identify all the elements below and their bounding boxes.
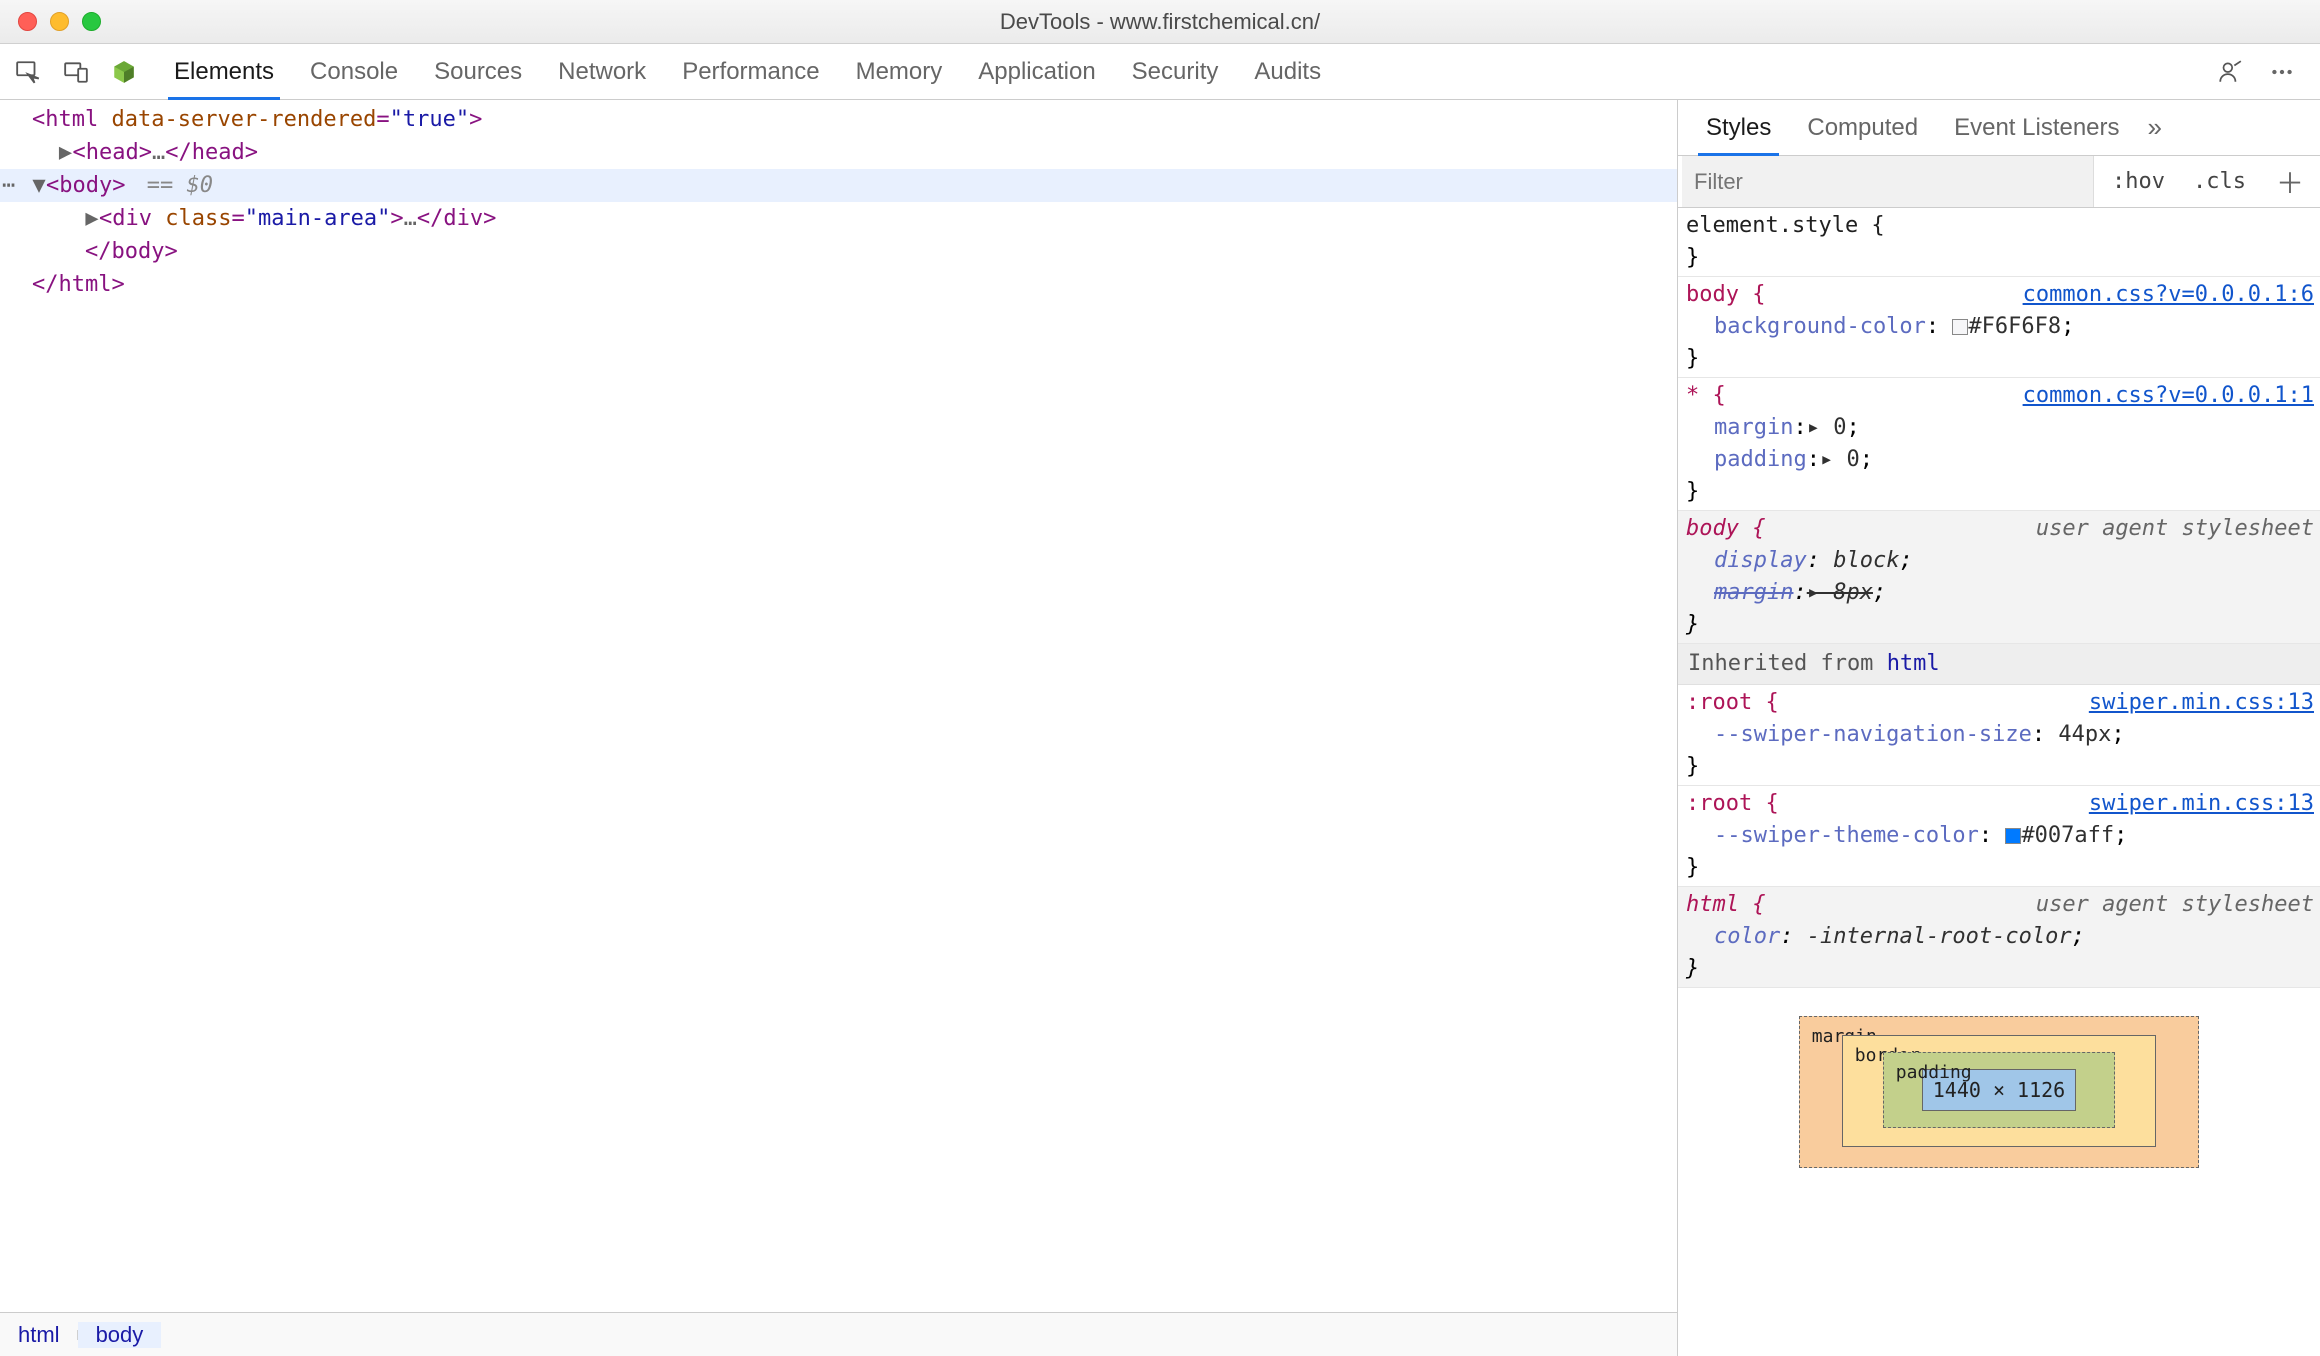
styles-panel: Styles Computed Event Listeners » :hov .… <box>1678 100 2320 1356</box>
style-rule-ua[interactable]: user agent stylesheet html { color: -int… <box>1678 887 2320 988</box>
dom-node[interactable]: </body> <box>0 235 1677 268</box>
dom-node[interactable]: ▶<div class="main-area">…</div> <box>0 202 1677 235</box>
inherited-from-bar: Inherited from html <box>1678 644 2320 685</box>
titlebar: DevTools - www.firstchemical.cn/ <box>0 0 2320 44</box>
box-model-padding[interactable]: padding 1440 × 1126 <box>1883 1052 2115 1128</box>
dom-tree[interactable]: <html data-server-rendered="true"> ▶<hea… <box>0 100 1677 1312</box>
tab-security[interactable]: Security <box>1114 44 1237 99</box>
subtab-computed[interactable]: Computed <box>1789 100 1936 155</box>
devtools-toolbar: Elements Console Sources Network Perform… <box>0 44 2320 100</box>
source-link[interactable]: common.css?v=0.0.0.1:6 <box>2023 282 2314 307</box>
expand-icon[interactable]: ▶ <box>59 136 73 169</box>
subtab-styles[interactable]: Styles <box>1688 100 1789 155</box>
window-title: DevTools - www.firstchemical.cn/ <box>1000 9 1320 35</box>
source-link[interactable]: common.css?v=0.0.0.1:1 <box>2023 383 2314 408</box>
cls-toggle[interactable]: .cls <box>2179 169 2260 194</box>
style-rule[interactable]: common.css?v=0.0.0.1:1 * { margin:▸ 0; p… <box>1678 378 2320 511</box>
crumb-body[interactable]: body <box>78 1322 162 1348</box>
box-model[interactable]: margin - border - padding 1440 × 1126 <box>1678 988 2320 1196</box>
sidebar-subtabs: Styles Computed Event Listeners » <box>1678 100 2320 156</box>
more-icon[interactable] <box>2268 58 2296 86</box>
color-swatch-icon[interactable] <box>1952 319 1968 335</box>
inspect-element-icon[interactable] <box>14 58 42 86</box>
hov-toggle[interactable]: :hov <box>2098 169 2179 194</box>
style-rule[interactable]: common.css?v=0.0.0.1:6 body { background… <box>1678 277 2320 378</box>
traffic-lights <box>18 12 101 31</box>
tab-sources[interactable]: Sources <box>416 44 540 99</box>
styles-filter-input[interactable] <box>1682 156 2094 207</box>
crumb-html[interactable]: html <box>0 1322 78 1348</box>
tab-application[interactable]: Application <box>960 44 1113 99</box>
main-tabs: Elements Console Sources Network Perform… <box>156 44 2216 99</box>
dom-node[interactable]: <html data-server-rendered="true"> <box>0 103 1677 136</box>
collapse-icon[interactable]: ▼ <box>32 169 46 202</box>
dom-node[interactable]: </html> <box>0 268 1677 301</box>
style-rule[interactable]: element.style { } <box>1678 208 2320 277</box>
box-model-border[interactable]: border - padding 1440 × 1126 <box>1842 1035 2156 1147</box>
subtab-event-listeners[interactable]: Event Listeners <box>1936 100 2137 155</box>
device-toggle-icon[interactable] <box>62 58 90 86</box>
style-rule[interactable]: swiper.min.css:13 :root { --swiper-theme… <box>1678 786 2320 887</box>
tab-memory[interactable]: Memory <box>838 44 961 99</box>
style-rule[interactable]: swiper.min.css:13 :root { --swiper-navig… <box>1678 685 2320 786</box>
source-link[interactable]: swiper.min.css:13 <box>2089 791 2314 816</box>
dom-node[interactable]: ▶<head>…</head> <box>0 136 1677 169</box>
user-icon[interactable] <box>2216 58 2244 86</box>
elements-panel: <html data-server-rendered="true"> ▶<hea… <box>0 100 1678 1356</box>
expand-icon[interactable]: ▶ <box>85 202 99 235</box>
minimize-window-icon[interactable] <box>50 12 69 31</box>
tab-audits[interactable]: Audits <box>1236 44 1339 99</box>
overflow-icon[interactable]: ⋯ <box>0 169 32 202</box>
tab-network[interactable]: Network <box>540 44 664 99</box>
styles-filter-bar: :hov .cls ＋ <box>1678 156 2320 208</box>
source-link[interactable]: swiper.min.css:13 <box>2089 690 2314 715</box>
style-rules[interactable]: element.style { } common.css?v=0.0.0.1:6… <box>1678 208 2320 1356</box>
dom-node-selected[interactable]: ⋯ ▼<body> == $0 <box>0 169 1677 202</box>
more-subtabs-icon[interactable]: » <box>2148 112 2162 143</box>
breadcrumb: html body <box>0 1312 1677 1356</box>
node-icon[interactable] <box>110 58 138 86</box>
style-rule-ua[interactable]: user agent stylesheet body { display: bl… <box>1678 511 2320 644</box>
tab-elements[interactable]: Elements <box>156 44 292 99</box>
box-model-margin[interactable]: margin - border - padding 1440 × 1126 <box>1799 1016 2199 1168</box>
close-window-icon[interactable] <box>18 12 37 31</box>
maximize-window-icon[interactable] <box>82 12 101 31</box>
new-style-rule-icon[interactable]: ＋ <box>2260 162 2320 202</box>
tab-console[interactable]: Console <box>292 44 416 99</box>
tab-performance[interactable]: Performance <box>664 44 837 99</box>
color-swatch-icon[interactable] <box>2005 828 2021 844</box>
